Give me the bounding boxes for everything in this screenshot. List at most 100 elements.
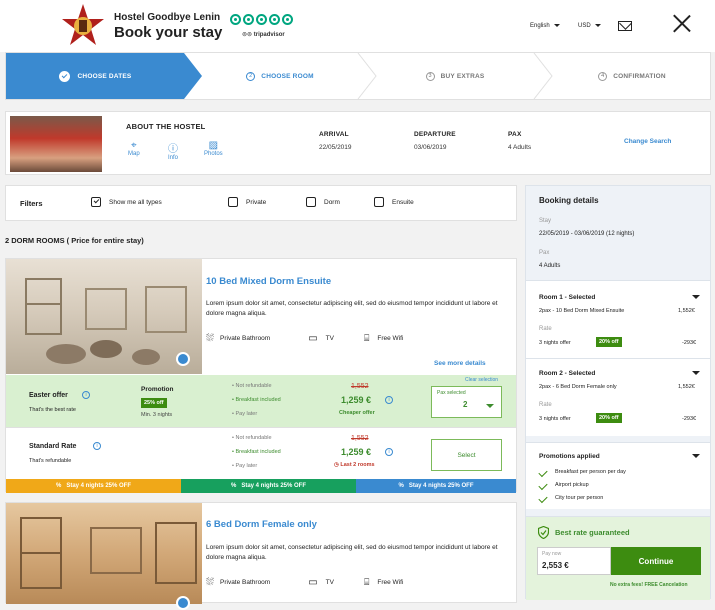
chevron-down-icon [554,24,561,27]
gallery-icon[interactable] [176,352,190,366]
filter-dorm[interactable]: Dorm [306,197,340,207]
filter-all-types[interactable]: Show me all types [91,197,162,207]
map-pin-icon: ⌖ [131,140,137,151]
stay-value: 22/05/2019 - 03/06/2019 (12 nights) [539,231,635,237]
room-name[interactable]: 10 Bed Mixed Dorm Ensuite [206,276,331,287]
mail-icon[interactable] [618,21,632,31]
continue-button[interactable]: Continue [611,547,701,575]
percent-icon: % [230,483,237,489]
step-choose-dates[interactable]: CHOOSE DATES [6,53,184,99]
room-name[interactable]: 6 Bed Dorm Female only [206,519,317,530]
progress-steps: CHOOSE DATES 2 CHOOSE ROOM 3 BUY EXTRAS 4C… [5,52,711,100]
tv-icon: ▭ [308,577,318,588]
shield-icon [538,526,549,539]
promo-min: Min. 3 nights [141,412,173,418]
filters-title: Filters [20,199,43,208]
feature-breakfast: • Breakfast included [232,397,281,403]
amenities: ⛆ Private Bathroom ▭ TV ⌸ Free Wifi [206,577,404,588]
departure-date: 03/06/2019 [414,144,447,151]
gallery-icon[interactable] [176,596,190,610]
photos-link[interactable]: ▨ Photos [204,140,223,157]
room2-summary[interactable]: Room 2 - Selected 2pax - 6 Bed Dorm Fema… [526,358,710,436]
booking-title: Booking details [539,196,599,205]
hostel-photo [10,116,102,172]
step-choose-room[interactable]: 2 CHOOSE ROOM [202,53,358,99]
checkbox[interactable] [306,197,316,207]
filter-private[interactable]: Private [228,197,266,207]
pay-now-box: Pay now 2,553 € [537,547,611,575]
pax-value: 4 Adults [539,263,561,269]
old-price: 1,552 [351,435,369,442]
page-title: Book your stay [114,24,223,41]
map-link[interactable]: ⌖ Map [128,140,140,157]
checkout-box: Best rate guaranteed Pay now 2,553 € Con… [526,516,710,600]
section-title: 2 DORM ROOMS ( Price for entire stay) [5,236,144,245]
language-select[interactable]: English [530,23,561,29]
checkbox-checked[interactable] [91,197,101,207]
percent-icon: % [55,483,62,489]
pax-label: PAX [508,131,522,138]
offer-sub: That's refundable [29,458,72,464]
checkbox[interactable] [374,197,384,207]
check-icon [538,480,548,490]
currency-select[interactable]: USD [578,23,602,29]
check-icon [538,467,548,477]
info-icon[interactable]: i [385,396,393,404]
feature-pay-later: • Pay later [232,463,258,469]
percent-icon: % [398,483,404,489]
info-icon[interactable]: i [93,442,101,450]
cheaper-offer: Cheaper offer [339,410,375,416]
room-photo[interactable] [6,259,202,374]
old-price: 1,552 [351,383,369,390]
feature-not-refundable: • Not refundable [232,383,272,389]
departure-label: DEPARTURE [414,131,456,138]
filter-ensuite[interactable]: Ensuite [374,197,414,207]
chevron-down-icon [595,24,602,27]
room-description: Lorem ipsum dolor sit amet, consectetur … [206,300,498,317]
promo-strip: % Stay 4 nights 25% OFF [6,479,181,493]
chevron-down-icon[interactable] [692,295,700,299]
clear-selection-link[interactable]: Clear selection [465,377,498,383]
check-icon [538,493,548,503]
discount-badge: 20% off [596,337,622,347]
promotions-applied[interactable]: Promotions applied Breakfast per person … [526,442,710,509]
room1-summary[interactable]: Room 1 - Selected 2pax - 10 Bed Dorm Mix… [526,280,710,358]
check-icon [58,70,70,82]
select-button[interactable]: Select [431,439,502,471]
booking-details-panel: Booking details Stay 22/05/2019 - 03/06/… [525,185,711,600]
room-photo-illustration [25,278,187,365]
info-icon[interactable]: i [385,448,393,456]
price: 1,259 € [341,447,372,457]
step-buy-extras[interactable]: 3 BUY EXTRAS [376,53,534,99]
header [0,0,715,52]
see-more-link[interactable]: See more details [434,360,486,367]
offer-easter: Easter offer i That's the best rate Prom… [6,375,516,427]
promo-item: Airport pickup [538,480,589,490]
chevron-down-icon[interactable] [692,371,700,375]
tripadvisor-rating [230,14,293,25]
hostel-info: ABOUT THE HOSTEL ⌖ Map ⓘ Info ▨ Photos ARRI… [5,111,711,175]
promo-item: Breakfast per person per day [538,467,626,477]
step-confirmation[interactable]: 4 CONFIRMATION [552,53,712,99]
pax-value: 4 Adults [508,144,532,151]
pax-selector[interactable]: Pax selected 2 [431,386,502,418]
best-rate: Best rate guaranteed [538,526,630,539]
room-photo-illustration [20,517,197,589]
discount-badge: 20% off [596,413,622,423]
room-description: Lorem ipsum dolor sit amet, consectetur … [206,544,498,561]
room-photo[interactable] [6,503,202,610]
hostel-name: Hostel Goodbye Lenin [114,12,221,23]
info-link[interactable]: ⓘ Info [168,140,178,161]
promo-strip: % Stay 4 nights 25% OFF [181,479,356,493]
chevron-down-icon [486,404,494,408]
stay-label: Stay [539,218,552,224]
change-search-link[interactable]: Change Search [624,138,671,145]
filters-bar: Filters Show me all types Private Dorm E… [5,185,517,221]
chevron-down-icon[interactable] [692,454,700,458]
feature-not-refundable: • Not refundable [232,435,272,441]
tripadvisor-logo: ⊚⊚ tripadvisor [242,32,285,38]
checkbox[interactable] [228,197,238,207]
offer-name: Easter offer [29,392,68,399]
info-icon[interactable]: i [82,391,90,399]
close-icon[interactable] [673,14,691,32]
